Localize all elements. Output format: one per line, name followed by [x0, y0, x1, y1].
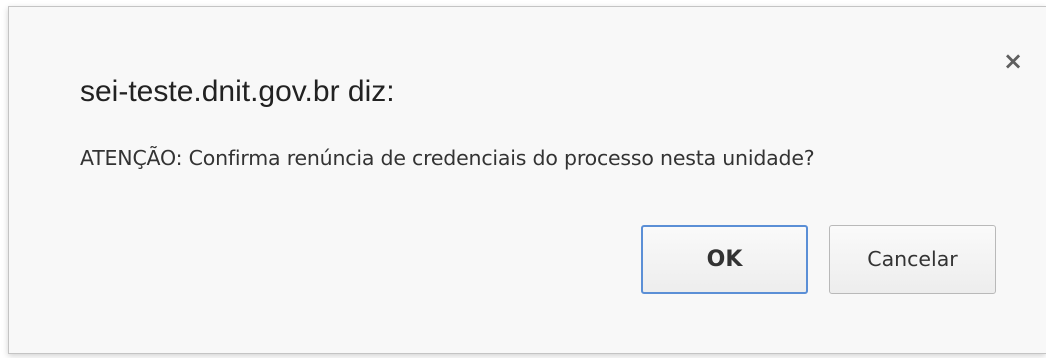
ok-button[interactable]: OK	[641, 225, 808, 294]
alert-dialog	[8, 6, 1046, 354]
cancel-button[interactable]: Cancelar	[829, 225, 996, 294]
dialog-message: ATENÇÃO: Confirma renúncia de credenciai…	[80, 146, 815, 170]
close-icon[interactable]: ×	[996, 44, 1030, 78]
dialog-title: sei-teste.dnit.gov.br diz:	[80, 75, 395, 108]
